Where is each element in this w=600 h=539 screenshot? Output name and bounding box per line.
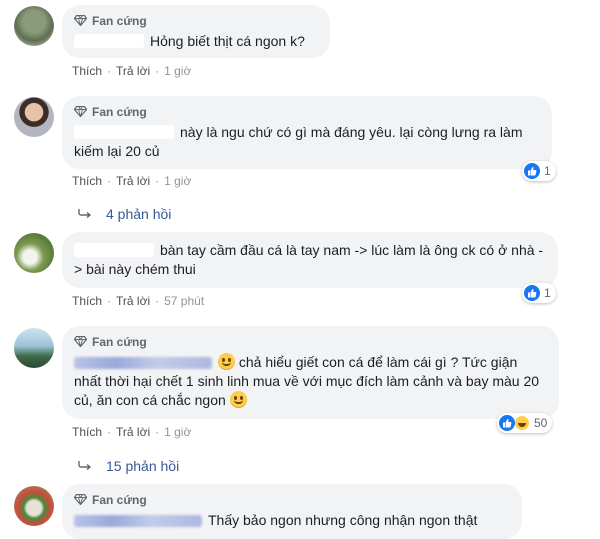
reaction-count: 1	[544, 286, 551, 300]
reply-link[interactable]: Trả lời	[116, 174, 150, 188]
comment-actions: Thích · Trả lời · 1 giờ	[72, 174, 191, 188]
diamond-icon	[74, 15, 87, 26]
reply-link[interactable]: Trả lời	[116, 294, 150, 308]
timestamp[interactable]: 1 giờ	[164, 64, 191, 78]
separator: ·	[107, 425, 112, 439]
diamond-icon	[74, 336, 87, 347]
author-name[interactable]	[74, 125, 174, 139]
wink-emoji-icon	[229, 391, 247, 408]
timestamp[interactable]: 57 phút	[164, 294, 204, 308]
comment-bubble: Fan cứng Hỏng biết thịt cá ngon k?	[62, 5, 330, 58]
timestamp[interactable]: 1 giờ	[164, 174, 191, 188]
separator: ·	[107, 64, 112, 78]
separator: ·	[155, 64, 160, 78]
reply-arrow-icon	[78, 459, 92, 473]
like-link[interactable]: Thích	[72, 64, 102, 78]
timestamp[interactable]: 1 giờ	[164, 425, 191, 439]
smile-emoji-icon	[218, 353, 235, 370]
fan-badge: Fan cứng	[74, 13, 318, 28]
separator: ·	[155, 294, 160, 308]
comment-text: Hỏng biết thịt cá ngon k?	[74, 32, 318, 51]
author-name[interactable]	[74, 357, 212, 369]
author-name[interactable]	[74, 243, 154, 257]
reply-link[interactable]: Trả lời	[116, 64, 150, 78]
fan-badge: Fan cứng	[74, 104, 540, 119]
badge-label: Fan cứng	[92, 13, 147, 28]
avatar[interactable]	[14, 97, 54, 137]
reaction-summary[interactable]: 50	[497, 413, 553, 433]
thumbs-up-icon	[524, 285, 540, 301]
avatar[interactable]	[14, 233, 54, 273]
separator: ·	[107, 174, 112, 188]
view-replies-link[interactable]: 4 phản hồi	[78, 206, 171, 222]
separator: ·	[155, 425, 160, 439]
reaction-count: 50	[534, 416, 548, 430]
comment-bubble: bàn tay cầm đầu cá là tay nam -> lúc làm…	[62, 232, 558, 288]
like-link[interactable]: Thích	[72, 174, 102, 188]
comment-text: bàn tay cầm đầu cá là tay nam -> lúc làm…	[74, 240, 546, 279]
reply-link[interactable]: Trả lời	[116, 425, 150, 439]
separator: ·	[155, 174, 160, 188]
author-name[interactable]	[74, 34, 144, 48]
like-link[interactable]: Thích	[72, 425, 102, 439]
badge-label: Fan cứng	[92, 104, 147, 119]
separator: ·	[107, 294, 112, 308]
badge-label: Fan cứng	[92, 334, 147, 349]
fan-badge: Fan cứng	[74, 492, 510, 507]
avatar[interactable]	[14, 328, 54, 368]
comment-text: này là ngu chứ có gì mà đáng yêu. lại cò…	[74, 123, 540, 161]
fan-badge: Fan cứng	[74, 334, 547, 349]
view-replies-link[interactable]: 15 phản hồi	[78, 458, 179, 474]
thumbs-up-icon	[499, 415, 515, 431]
haha-emoji-icon	[514, 415, 530, 431]
comment-actions: Thích · Trả lời · 1 giờ	[72, 64, 191, 78]
replies-count[interactable]: 4 phản hồi	[106, 206, 171, 222]
comment-bubble: Fan cứng này là ngu chứ có gì mà đáng yê…	[62, 96, 552, 169]
thumbs-up-icon	[524, 163, 540, 179]
comment-bubble: Fan cứng Thấy bảo ngon nhưng công nhận n…	[62, 484, 522, 539]
badge-label: Fan cứng	[92, 492, 147, 507]
comment-actions: Thích · Trả lời · 1 giờ	[72, 425, 191, 439]
comment-text: Thấy bảo ngon nhưng công nhận ngon thật	[74, 511, 510, 530]
replies-count[interactable]: 15 phản hồi	[106, 458, 179, 474]
comment-body: Thấy bảo ngon nhưng công nhận ngon thật	[208, 512, 478, 528]
reaction-count: 1	[544, 164, 551, 178]
diamond-icon	[74, 106, 87, 117]
avatar[interactable]	[14, 6, 54, 46]
comment-actions: Thích · Trả lời · 57 phút	[72, 294, 204, 308]
reply-arrow-icon	[78, 207, 92, 221]
comment-text: chả hiểu giết con cá để làm cái gì ? Tức…	[74, 353, 547, 410]
like-link[interactable]: Thích	[72, 294, 102, 308]
avatar[interactable]	[14, 486, 54, 526]
reaction-summary[interactable]: 1	[522, 161, 556, 181]
author-name[interactable]	[74, 515, 202, 527]
comment-bubble: Fan cứng chả hiểu giết con cá để làm cái…	[62, 326, 559, 419]
comment-body: Hỏng biết thịt cá ngon k?	[150, 33, 305, 49]
diamond-icon	[74, 494, 87, 505]
reaction-summary[interactable]: 1	[522, 283, 556, 303]
